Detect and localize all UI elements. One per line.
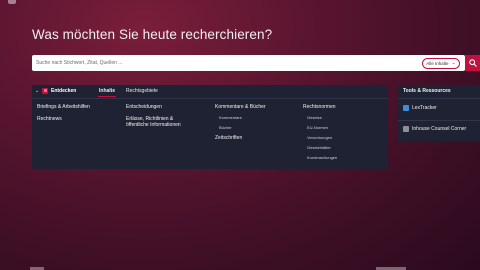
- link-regulations[interactable]: Verordnungen: [307, 135, 337, 140]
- link-gazettes[interactable]: Gesetzblätter: [307, 145, 337, 150]
- tool-inhouse-counsel[interactable]: Inhouse Counsel Corner: [403, 126, 466, 132]
- link-journals[interactable]: Zeitschriften: [215, 135, 266, 141]
- chevron-down-icon: ⌄: [451, 59, 456, 66]
- search-button[interactable]: [465, 55, 480, 71]
- link-rechtnews[interactable]: Rechtnews: [37, 116, 90, 122]
- search-bar: Alle Inhalte ⌄: [32, 55, 465, 71]
- tab-discover[interactable]: Entdecken: [42, 87, 77, 94]
- tab-legal-areas[interactable]: Rechtsgebiete: [126, 88, 158, 94]
- tab-content[interactable]: Inhalte: [97, 88, 117, 97]
- search-input[interactable]: [32, 55, 412, 71]
- column-commentaries: Kommentare & Bücher Kommentare Bücher Ze…: [215, 104, 266, 147]
- column-decisions: Entscheidungen Erlässe, Richtlinien & öf…: [126, 104, 181, 128]
- tools-title: Tools & Ressources: [403, 88, 451, 94]
- tool-lextracker-label: LexTracker: [412, 105, 437, 111]
- column-legal-norms: Rechtsnormen Gesetze EU-Normen Verordnun…: [303, 104, 337, 165]
- link-laws[interactable]: Gesetze: [307, 115, 337, 120]
- link-decrees[interactable]: Erlässe, Richtlinien & öffentliche Infor…: [126, 116, 181, 128]
- link-eu-norms[interactable]: EU-Normen: [307, 125, 337, 130]
- tab-discover-label: Entdecken: [51, 87, 77, 94]
- page-title: Was möchten Sie heute recherchieren?: [32, 27, 273, 42]
- tools-divider: [398, 98, 480, 99]
- top-marker: [8, 0, 16, 4]
- inhouse-counsel-icon: [403, 126, 409, 132]
- link-decrees-line2: öffentliche Informationen: [126, 122, 181, 128]
- tab-divider: [32, 98, 388, 99]
- lextracker-icon: [403, 105, 409, 111]
- link-commentaries[interactable]: Kommentare: [219, 115, 266, 120]
- tab-bar: ⌄ Entdecken Inhalte Rechtsgebiete: [32, 85, 388, 97]
- link-legal-norms[interactable]: Rechtsnormen: [303, 104, 337, 110]
- link-books[interactable]: Bücher: [219, 125, 266, 130]
- tools-divider: [398, 120, 480, 121]
- chevron-down-icon[interactable]: ⌄: [35, 88, 39, 94]
- discover-logo-icon: [42, 87, 48, 94]
- search-icon: [468, 59, 477, 67]
- tools-panel: Tools & Ressources LexTracker Inhouse Co…: [398, 85, 480, 141]
- scope-dropdown[interactable]: Alle Inhalte ⌄: [422, 57, 460, 69]
- link-announcements[interactable]: Kundmachungen: [307, 155, 337, 160]
- link-commentaries-books[interactable]: Kommentare & Bücher: [215, 104, 266, 110]
- tool-inhouse-counsel-label: Inhouse Counsel Corner: [412, 126, 467, 132]
- link-decisions[interactable]: Entscheidungen: [126, 104, 181, 110]
- scope-label: Alle Inhalte: [426, 60, 449, 66]
- tool-lextracker[interactable]: LexTracker: [403, 105, 437, 111]
- link-briefings[interactable]: Briefings & Arbeitshilfen: [37, 104, 90, 110]
- navigation-panel: ⌄ Entdecken Inhalte Rechtsgebiete Briefi…: [32, 85, 388, 169]
- column-briefings: Briefings & Arbeitshilfen Rechtnews: [37, 104, 90, 128]
